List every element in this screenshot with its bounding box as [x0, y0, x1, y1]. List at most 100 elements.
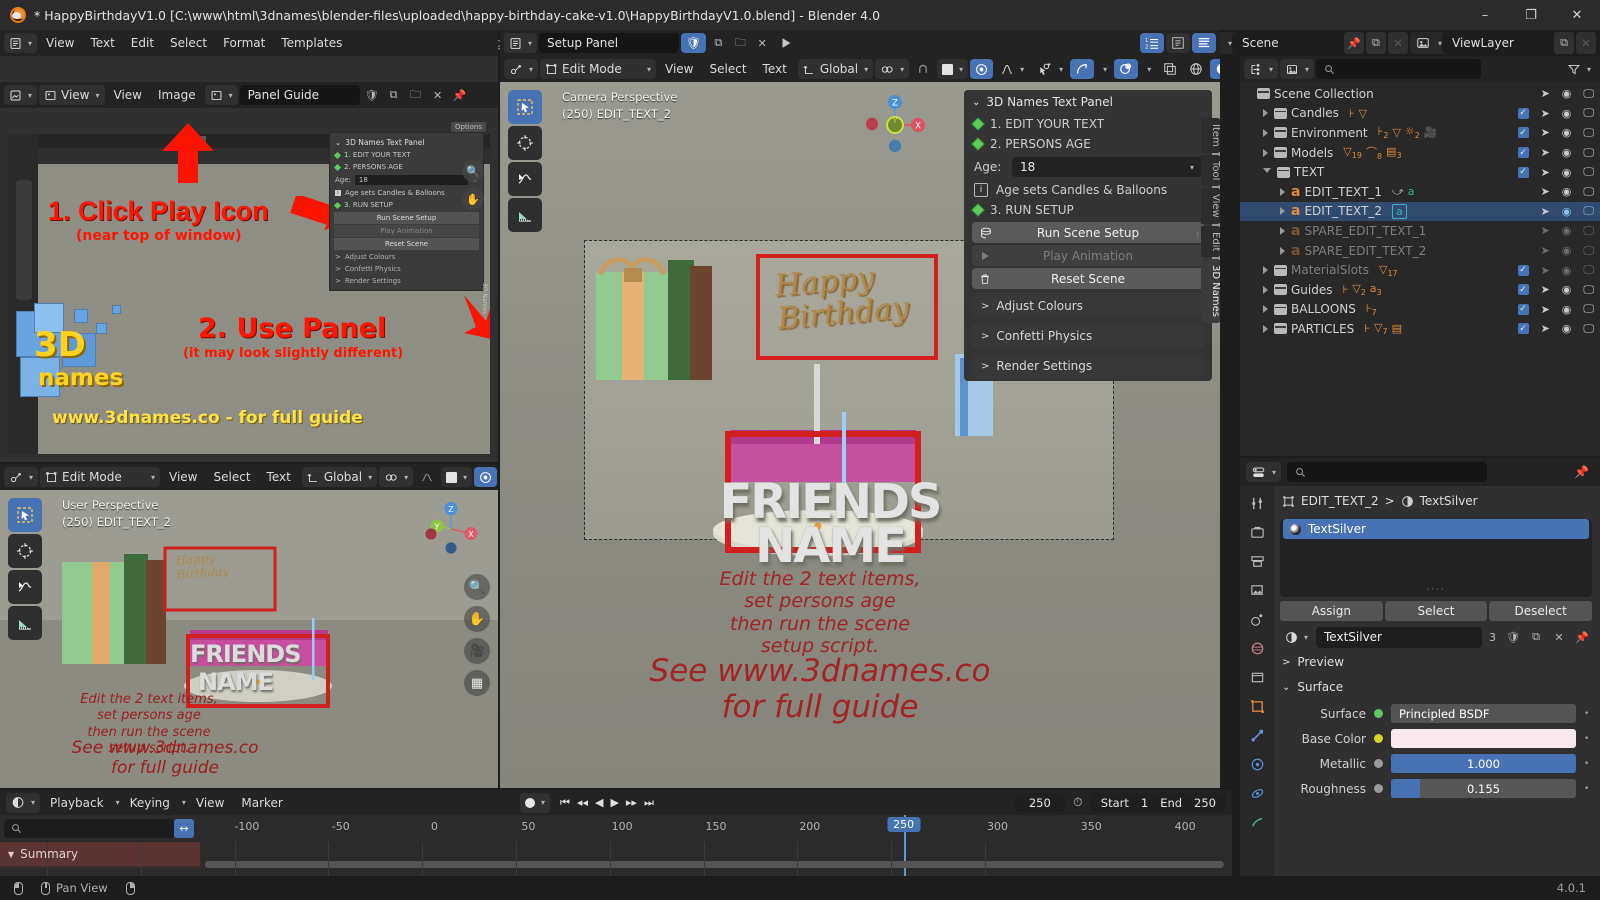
- hide-viewport-icon[interactable]: ◉: [1562, 322, 1572, 335]
- text-menu-text[interactable]: Text: [84, 33, 122, 53]
- tab-modifiers-props[interactable]: [1247, 726, 1267, 744]
- text-menu-templates[interactable]: Templates: [274, 33, 349, 53]
- collection-checkbox[interactable]: ✓: [1517, 303, 1529, 315]
- snap-element-main[interactable]: ▾: [937, 59, 969, 79]
- hide-viewport-icon[interactable]: ◉: [1562, 283, 1572, 296]
- collection-checkbox[interactable]: ✓: [1517, 107, 1529, 119]
- new-text-icon[interactable]: ⧉: [708, 32, 728, 54]
- socket-dot-icon[interactable]: [1374, 784, 1383, 793]
- socket-dot-icon[interactable]: [1374, 759, 1383, 768]
- hide-viewport-icon[interactable]: ◉: [1562, 87, 1572, 100]
- open-text-icon[interactable]: 🗀: [730, 32, 750, 54]
- hide-select-icon[interactable]: ➤: [1541, 244, 1550, 257]
- gizmo-caret-button[interactable]: ▾: [1096, 59, 1112, 79]
- unlink-text-icon[interactable]: ✕: [752, 32, 772, 54]
- close-button[interactable]: ✕: [1554, 0, 1600, 30]
- hide-viewport-icon[interactable]: ◉: [1562, 224, 1572, 237]
- transform-orientation-main[interactable]: Global ▾: [797, 59, 874, 79]
- viewport-main-axis-gizmo[interactable]: Z X Y: [860, 90, 930, 160]
- material-pin-icon[interactable]: 📌: [1572, 626, 1592, 648]
- viewport-main-menu-view[interactable]: View: [658, 59, 700, 79]
- hide-select-icon[interactable]: ➤: [1541, 322, 1550, 335]
- expand-triangle-icon[interactable]: [1280, 246, 1285, 255]
- hide-select-icon[interactable]: ➤: [1541, 264, 1550, 277]
- tab-view[interactable]: View: [1201, 188, 1220, 224]
- outliner-row[interactable]: a SPARE_EDIT_TEXT_1 ➤ ◉ 🖵: [1240, 221, 1600, 241]
- overlays-caret-button[interactable]: ▾: [1140, 59, 1156, 79]
- expand-triangle-icon[interactable]: [1263, 266, 1268, 275]
- disable-render-icon[interactable]: 🖵: [1583, 204, 1594, 218]
- section-surface[interactable]: ⌄ Surface: [1280, 673, 1592, 698]
- outliner-row[interactable]: a SPARE_EDIT_TEXT_2 ➤ ◉ 🖵: [1240, 241, 1600, 261]
- material-slot-list[interactable]: TextSilver ····: [1280, 519, 1592, 597]
- minimize-button[interactable]: –: [1462, 0, 1508, 30]
- deselect-button[interactable]: Deselect: [1489, 601, 1593, 621]
- disable-render-icon[interactable]: 🖵: [1583, 87, 1594, 101]
- section-render-settings[interactable]: > Render Settings ⁞⁞: [972, 231, 1204, 379]
- outliner-row[interactable]: Scene Collection ➤ ◉ 🖵: [1240, 84, 1600, 104]
- play-reverse-icon[interactable]: ◀: [595, 796, 603, 809]
- unlink-image-icon[interactable]: ✕: [428, 84, 448, 106]
- scene-name-field[interactable]: Scene: [1231, 32, 1342, 54]
- tab-tool-props[interactable]: [1247, 494, 1267, 512]
- copy-image-icon[interactable]: ⧉: [384, 84, 404, 106]
- expand-triangle-icon[interactable]: [1280, 207, 1285, 216]
- section-confetti-physics[interactable]: > Confetti Physics ⁞⁞: [972, 231, 1204, 349]
- summary-channel[interactable]: ▼ Summary: [0, 842, 200, 866]
- tool-measure-main[interactable]: [508, 198, 542, 232]
- collection-checkbox[interactable]: ✓: [1517, 127, 1529, 139]
- viewport-left-menu-select[interactable]: Select: [207, 467, 258, 487]
- pin-image-icon[interactable]: 📌: [450, 84, 470, 106]
- expand-triangle-icon[interactable]: [1263, 324, 1268, 333]
- outliner-filter-button[interactable]: ▾: [1562, 59, 1596, 79]
- outliner-display-mode[interactable]: ▾: [1280, 59, 1315, 79]
- image-menu-view[interactable]: View: [107, 85, 149, 105]
- expand-triangle-icon[interactable]: [1263, 285, 1268, 294]
- hide-select-icon[interactable]: ➤: [1541, 166, 1550, 179]
- auto-keying-toggle[interactable]: ▾: [520, 792, 551, 813]
- panel-guide-image[interactable]: 1. Click Play Icon (near top of window) …: [8, 118, 490, 454]
- viewport-left-axis-gizmo[interactable]: Z X Y: [422, 500, 480, 558]
- disable-render-icon[interactable]: 🖵: [1583, 106, 1594, 120]
- properties-search-input[interactable]: [1287, 462, 1488, 482]
- material-fake-user-icon[interactable]: 🛡: [1503, 626, 1523, 648]
- channel-search-input[interactable]: [4, 819, 174, 838]
- frame-range-field[interactable]: Start 1 End 250: [1090, 793, 1226, 812]
- overlays-toggle-icon[interactable]: [1114, 59, 1139, 79]
- disable-render-icon[interactable]: 🖵: [1583, 244, 1594, 258]
- expand-triangle-icon[interactable]: [1263, 148, 1268, 157]
- snap-magnet-left[interactable]: ▾: [441, 467, 473, 487]
- proportional-toggle-left[interactable]: [474, 467, 498, 487]
- expand-triangle-icon[interactable]: [1263, 305, 1268, 314]
- expand-triangle-icon[interactable]: [1263, 167, 1271, 177]
- next-keyframe-icon[interactable]: ▸▸: [626, 796, 637, 809]
- animate-property-icon[interactable]: •: [1584, 759, 1592, 769]
- text-menu-edit[interactable]: Edit: [124, 33, 161, 53]
- hide-select-icon[interactable]: ➤: [1541, 283, 1550, 296]
- material-name-field[interactable]: TextSilver: [1316, 626, 1482, 648]
- expand-triangle-icon[interactable]: [1263, 128, 1268, 137]
- outliner-row[interactable]: PARTICLES ⊦ ▽7 ▤ ✓ ➤ ◉ 🖵: [1240, 319, 1600, 339]
- tool-measure-left[interactable]: [8, 606, 42, 640]
- jump-start-icon[interactable]: ⏮: [560, 796, 570, 810]
- timeline-ruler[interactable]: -100 -50 0 50 100 150 200 250 300 350 400: [200, 815, 1232, 842]
- viewport-main-menu-text[interactable]: Text: [756, 59, 794, 79]
- prev-keyframe-icon[interactable]: ◂◂: [577, 796, 588, 809]
- word-wrap-icon[interactable]: [1166, 33, 1190, 53]
- outliner-row[interactable]: a EDIT_TEXT_1 ⤻ a ➤ ◉ 🖵: [1240, 182, 1600, 202]
- viewlayer-name-field[interactable]: ViewLayer: [1442, 32, 1552, 54]
- hide-viewport-icon[interactable]: ◉: [1562, 166, 1572, 179]
- tool-cursor-left[interactable]: [8, 534, 42, 568]
- outliner-row[interactable]: Environment ⊦2 ▽ ☼2 🎥 ✓ ➤ ◉ 🖵: [1240, 123, 1600, 143]
- hide-viewport-icon[interactable]: ◉: [1562, 244, 1572, 257]
- outliner-row[interactable]: Candles ⊦ ▽ ✓ ➤ ◉ 🖵: [1240, 104, 1600, 124]
- disable-render-icon[interactable]: 🖵: [1583, 224, 1594, 238]
- fake-user-toggle[interactable]: 🛡: [681, 33, 707, 53]
- hide-select-icon[interactable]: ➤: [1541, 87, 1550, 100]
- outliner-row[interactable]: Guides ⊦ ▽2 a3 ✓ ➤ ◉ 🖵: [1240, 280, 1600, 300]
- disable-render-icon[interactable]: 🖵: [1583, 263, 1594, 277]
- use-preview-range-icon[interactable]: ⏱: [1067, 795, 1089, 810]
- breadcrumb-material[interactable]: TextSilver: [1420, 494, 1478, 508]
- editor-type-selector-outliner[interactable]: ▾: [1244, 59, 1279, 79]
- fake-user-icon[interactable]: 🛡: [362, 84, 382, 106]
